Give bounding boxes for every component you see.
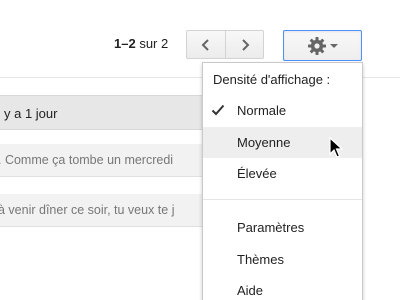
older-button[interactable] bbox=[187, 31, 225, 58]
density-normale[interactable]: Normale bbox=[203, 95, 362, 126]
caret-down-icon bbox=[330, 43, 338, 48]
menu-divider bbox=[203, 199, 362, 200]
chevron-right-icon bbox=[241, 38, 249, 51]
menu-item-label: Moyenne bbox=[237, 135, 291, 150]
checkmark-icon bbox=[211, 104, 225, 116]
menu-item-label: Thèmes bbox=[237, 252, 284, 267]
menu-item-themes[interactable]: Thèmes bbox=[203, 244, 362, 275]
pager-nav bbox=[186, 30, 264, 59]
pager-total: sur 2 bbox=[135, 36, 169, 51]
menu-item-label: Paramètres bbox=[237, 220, 305, 235]
gear-icon bbox=[308, 36, 326, 55]
menu-item-aide[interactable]: Aide bbox=[203, 275, 362, 300]
pager-range: 1–2 bbox=[114, 36, 136, 51]
newer-button[interactable] bbox=[225, 31, 263, 58]
settings-menu: Densité d'affichage : Normale Moyenne Él… bbox=[202, 62, 363, 300]
pager-count: 1–2 sur 2 bbox=[114, 36, 168, 51]
menu-item-label: Normale bbox=[237, 103, 287, 118]
density-elevee[interactable]: Élevée bbox=[203, 158, 362, 189]
density-heading: Densité d'affichage : bbox=[213, 72, 331, 87]
mail-snippet: à venir dîner ce soir, tu veux te j bbox=[0, 203, 175, 217]
mouse-cursor-icon bbox=[329, 137, 343, 158]
menu-item-label: Aide bbox=[237, 283, 264, 298]
mail-window: 1–2 sur 2 y a 1 jour . Comme ça tombe un… bbox=[0, 0, 400, 300]
settings-button[interactable] bbox=[283, 30, 362, 61]
section-header-label: y a 1 jour bbox=[4, 106, 58, 121]
chevron-left-icon bbox=[201, 38, 209, 51]
menu-item-parametres[interactable]: Paramètres bbox=[203, 212, 362, 243]
mail-snippet: . Comme ça tombe un mercredi bbox=[0, 153, 174, 167]
menu-item-label: Élevée bbox=[237, 166, 277, 181]
